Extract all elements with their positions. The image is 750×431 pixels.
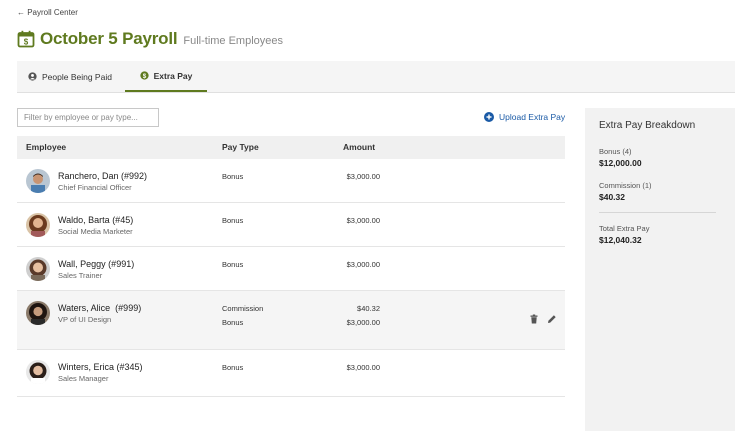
table-header: Employee Pay Type Amount — [17, 136, 565, 159]
column-header-pay-type[interactable]: Pay Type — [222, 136, 259, 159]
breakdown-total-label: Total Extra Pay — [599, 224, 650, 233]
avatar — [26, 169, 50, 193]
breadcrumb[interactable]: ← Payroll Center — [17, 8, 78, 17]
table-row[interactable]: Waters, Alice (#999) VP of UI Design Com… — [17, 291, 565, 350]
breakdown-value: $12,000.00 — [599, 158, 642, 168]
tab-bar: People Being Paid $ Extra Pay — [17, 61, 735, 93]
page-title: October 5 Payroll — [40, 29, 178, 48]
tab-label: People Being Paid — [42, 71, 112, 82]
pay-amount: $3,000.00 — [346, 260, 380, 269]
plus-circle-icon — [484, 112, 494, 122]
pay-type: Commission — [222, 304, 264, 313]
calendar-dollar-icon: $ — [17, 30, 35, 48]
page-header: $ October 5 Payroll Full-time Employees — [17, 28, 283, 50]
table-row[interactable]: Winters, Erica (#345) Sales Manager Bonu… — [17, 350, 565, 397]
avatar — [26, 301, 50, 325]
pay-amount: $3,000.00 — [346, 172, 380, 181]
breakdown-label: Bonus (4) — [599, 147, 632, 156]
breakdown-title: Extra Pay Breakdown — [599, 120, 696, 131]
employee-title: Social Media Marketer — [58, 227, 133, 236]
employee-title: Sales Manager — [58, 374, 109, 383]
divider — [599, 212, 716, 213]
pay-type: Bonus — [222, 216, 244, 225]
upload-label: Upload Extra Pay — [499, 112, 566, 122]
employee-name: Wall, Peggy (#991) — [58, 259, 135, 269]
person-icon — [28, 72, 37, 81]
tab-label: Extra Pay — [153, 70, 193, 81]
breakdown-value: $40.32 — [599, 192, 625, 202]
employee-name: Waldo, Barta (#45) — [58, 215, 134, 225]
avatar — [26, 360, 50, 384]
pencil-icon[interactable] — [547, 314, 557, 324]
trash-icon[interactable] — [529, 314, 539, 324]
employee-title: Chief Financial Officer — [58, 183, 132, 192]
tab-extra-pay[interactable]: $ Extra Pay — [125, 61, 207, 92]
avatar — [26, 213, 50, 237]
page-subtitle: Full-time Employees — [183, 34, 284, 47]
table-row[interactable]: Waldo, Barta (#45) Social Media Marketer… — [17, 203, 565, 247]
tab-people-being-paid[interactable]: People Being Paid — [28, 61, 112, 92]
table-row[interactable]: Ranchero, Dan (#992) Chief Financial Off… — [17, 159, 565, 203]
pay-type: Bonus — [222, 318, 244, 327]
extra-pay-breakdown-panel: Extra Pay Breakdown Bonus (4) $12,000.00… — [585, 108, 735, 431]
column-header-employee[interactable]: Employee — [26, 136, 66, 159]
svg-text:$: $ — [142, 73, 146, 80]
employee-name: Waters, Alice (#999) — [58, 303, 142, 313]
employee-title: VP of UI Design — [58, 315, 112, 324]
table-row[interactable]: Wall, Peggy (#991) Sales Trainer Bonus $… — [17, 247, 565, 291]
column-header-amount[interactable]: Amount — [343, 136, 375, 159]
pay-amount: $3,000.00 — [346, 318, 380, 327]
pay-type: Bonus — [222, 363, 244, 372]
employee-name: Ranchero, Dan (#992) — [58, 171, 148, 181]
pay-amount: $40.32 — [357, 304, 380, 313]
employee-name: Winters, Erica (#345) — [58, 362, 143, 372]
pay-amount: $3,000.00 — [346, 363, 380, 372]
pay-type: Bonus — [222, 172, 244, 181]
breakdown-total-value: $12,040.32 — [599, 235, 642, 245]
breakdown-label: Commission (1) — [599, 181, 652, 190]
pay-type: Bonus — [222, 260, 244, 269]
dollar-icon: $ — [139, 71, 149, 80]
avatar — [26, 257, 50, 281]
svg-text:$: $ — [24, 38, 29, 47]
upload-extra-pay-button[interactable]: Upload Extra Pay — [484, 112, 565, 122]
pay-amount: $3,000.00 — [346, 216, 380, 225]
employee-title: Sales Trainer — [58, 271, 103, 280]
filter-input[interactable] — [17, 108, 159, 127]
